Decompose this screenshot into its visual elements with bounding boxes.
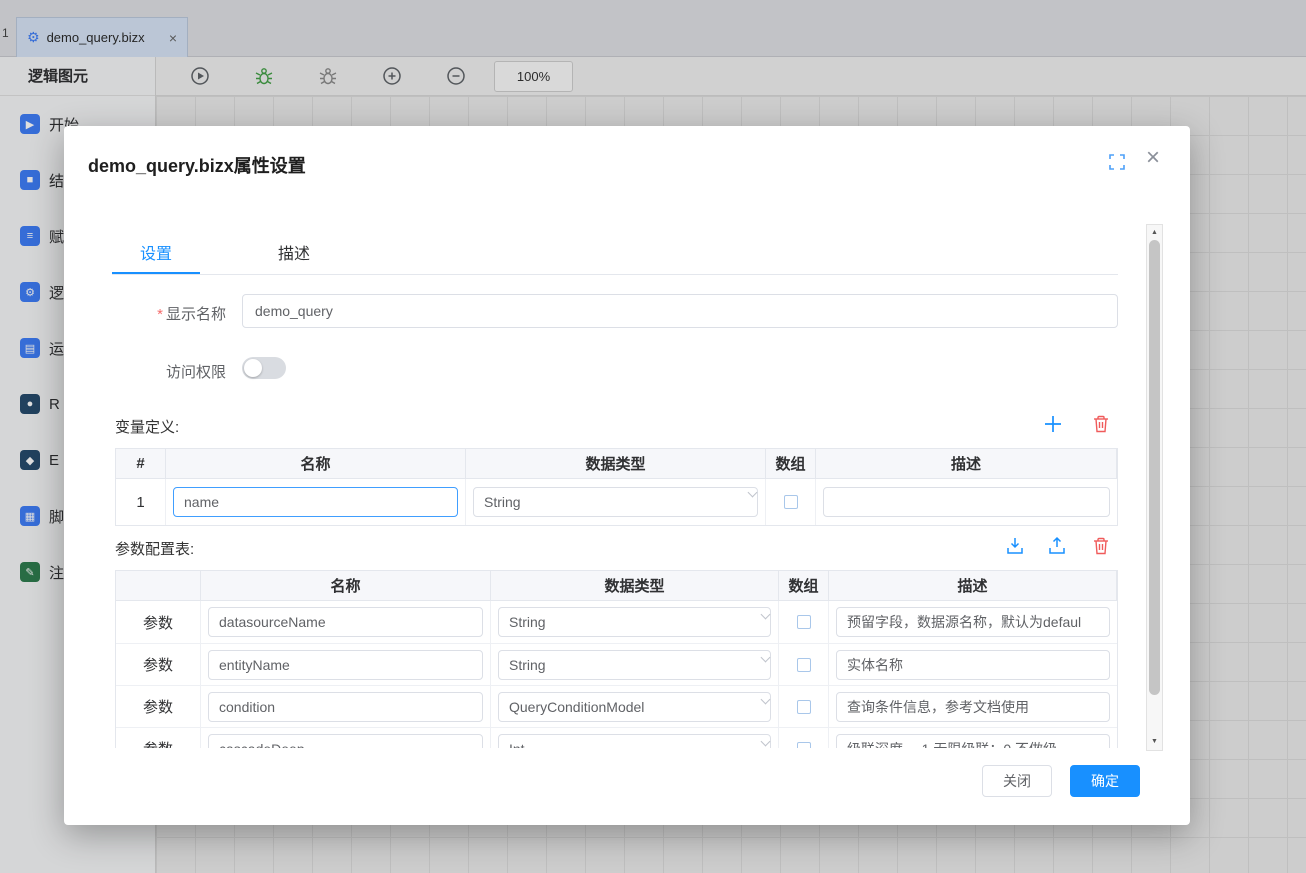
variable-array-checkbox[interactable]	[784, 495, 798, 509]
variable-name-input[interactable]	[173, 487, 458, 517]
tab-settings[interactable]: 设置	[112, 238, 200, 274]
param-desc-input[interactable]	[836, 692, 1110, 722]
required-mark: *	[157, 306, 163, 323]
param-array-checkbox[interactable]	[797, 700, 811, 714]
tab-description[interactable]: 描述	[250, 238, 338, 274]
col-header-type: 数据类型	[491, 571, 779, 600]
param-name-input[interactable]	[208, 650, 483, 680]
delete-param-icon[interactable]	[1091, 536, 1113, 558]
display-name-input[interactable]	[242, 294, 1118, 328]
params-table-viewport: 名称 数据类型 数组 描述 参数 String	[115, 570, 1118, 748]
param-type-select[interactable]: String	[498, 650, 771, 680]
display-name-label: *显示名称	[104, 303, 226, 324]
row-index: 1	[136, 494, 144, 511]
add-variable-icon[interactable]	[1042, 413, 1064, 435]
param-name-input[interactable]	[208, 734, 483, 749]
access-toggle[interactable]	[242, 357, 286, 379]
chevron-down-icon	[761, 653, 771, 663]
param-type-select[interactable]: String	[498, 607, 771, 637]
fullscreen-icon[interactable]	[1108, 153, 1126, 171]
dialog-tabs: 设置 描述	[112, 238, 1118, 275]
param-type-select[interactable]: QueryConditionModel	[498, 692, 771, 722]
import-icon[interactable]	[1004, 535, 1026, 557]
dialog-title: demo_query.bizx属性设置	[88, 152, 306, 178]
close-button[interactable]: 关闭	[982, 765, 1052, 797]
chevron-down-icon	[761, 737, 771, 747]
variable-row: 1 String	[116, 479, 1117, 525]
chevron-down-icon	[748, 488, 758, 498]
col-header-name: 名称	[201, 571, 491, 600]
scroll-up-icon[interactable]: ▲	[1147, 225, 1162, 241]
close-icon[interactable]: ×	[1146, 146, 1160, 170]
export-icon[interactable]	[1046, 535, 1068, 557]
param-row: 参数 Int	[116, 727, 1117, 748]
param-row: 参数 String	[116, 643, 1117, 685]
col-header-index: #	[116, 449, 166, 478]
access-label: 访问权限	[104, 361, 226, 382]
param-name-input[interactable]	[208, 692, 483, 722]
param-type-select[interactable]: Int	[498, 734, 771, 749]
scroll-down-icon[interactable]: ▼	[1147, 734, 1162, 750]
col-header-desc: 描述	[816, 449, 1117, 478]
col-header-desc: 描述	[829, 571, 1117, 600]
params-section-label: 参数配置表:	[115, 538, 194, 559]
delete-variable-icon[interactable]	[1091, 414, 1113, 436]
col-header-type: 数据类型	[466, 449, 766, 478]
scrollbar-thumb[interactable]	[1149, 240, 1160, 695]
param-desc-input[interactable]	[836, 734, 1110, 749]
param-row: 参数 QueryConditionModel	[116, 685, 1117, 727]
properties-dialog: demo_query.bizx属性设置 × 设置 描述 *显示名称 访问权限 变…	[64, 126, 1190, 825]
variables-table: # 名称 数据类型 数组 描述 1 String	[115, 448, 1118, 526]
variables-section-label: 变量定义:	[115, 416, 179, 437]
col-header-name: 名称	[166, 449, 466, 478]
variable-type-select[interactable]: String	[473, 487, 758, 517]
variable-desc-input[interactable]	[823, 487, 1110, 517]
param-desc-input[interactable]	[836, 607, 1110, 637]
chevron-down-icon	[761, 695, 771, 705]
col-header-kind	[116, 571, 201, 600]
param-kind: 参数	[143, 654, 173, 675]
confirm-button[interactable]: 确定	[1070, 765, 1140, 797]
app-window: 1 ⚙ demo_query.bizx × 100% 逻辑图元 ▶ 开	[0, 0, 1306, 873]
params-table-header: 名称 数据类型 数组 描述	[116, 571, 1117, 601]
param-name-input[interactable]	[208, 607, 483, 637]
col-header-array: 数组	[779, 571, 829, 600]
col-header-array: 数组	[766, 449, 816, 478]
params-table: 名称 数据类型 数组 描述 参数 String	[115, 570, 1118, 748]
param-kind: 参数	[143, 696, 173, 717]
param-kind: 参数	[143, 738, 173, 748]
param-row: 参数 String	[116, 601, 1117, 643]
param-desc-input[interactable]	[836, 650, 1110, 680]
param-array-checkbox[interactable]	[797, 742, 811, 749]
toggle-knob	[244, 359, 262, 377]
param-array-checkbox[interactable]	[797, 658, 811, 672]
chevron-down-icon	[761, 610, 771, 620]
modal-scrollbar[interactable]: ▲ ▼	[1146, 224, 1163, 751]
param-array-checkbox[interactable]	[797, 615, 811, 629]
variables-table-header: # 名称 数据类型 数组 描述	[116, 449, 1117, 479]
param-kind: 参数	[143, 612, 173, 633]
